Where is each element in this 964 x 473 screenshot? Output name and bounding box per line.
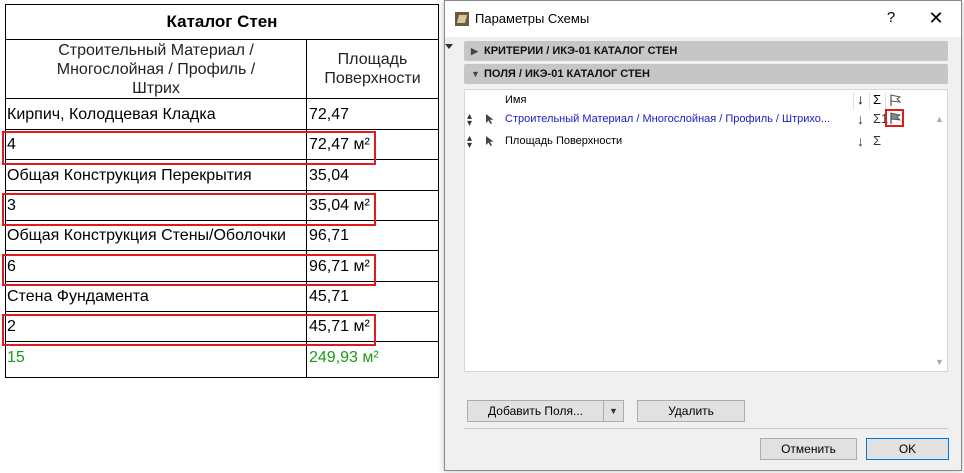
collapse-triangle-icon[interactable] bbox=[445, 44, 453, 49]
fields-section-label: ПОЛЯ / ИКЭ-01 КАТАЛОГ СТЕН bbox=[484, 68, 650, 80]
ok-button[interactable]: OK bbox=[866, 438, 949, 460]
sort-column-icon: ↓ bbox=[857, 91, 864, 107]
cancel-button[interactable]: Отменить bbox=[760, 438, 857, 460]
field-row-material[interactable]: ▴ ▾ Строительный Материал / Многослойная … bbox=[465, 109, 933, 130]
highlight-box bbox=[2, 254, 376, 286]
vertical-scrollbar[interactable]: ▲ ▼ bbox=[931, 110, 947, 371]
column-header-area: Площадь Поверхности bbox=[307, 40, 438, 99]
material-cell: Общая Конструкция Перекрытия bbox=[7, 167, 252, 184]
material-cell: Стена Фундамента bbox=[7, 288, 149, 305]
close-button[interactable]: ✕ bbox=[925, 7, 947, 29]
sum-icon[interactable]: Σ bbox=[873, 133, 881, 148]
dialog-title: Параметры Схемы bbox=[475, 11, 590, 26]
name-column-header: Имя bbox=[505, 94, 527, 106]
material-cell: Кирпич, Колодцевая Кладка bbox=[7, 106, 216, 123]
scroll-up-icon[interactable]: ▲ bbox=[935, 114, 944, 124]
help-button[interactable]: ? bbox=[881, 8, 901, 28]
total-area-cell: 249,93 м² bbox=[309, 349, 379, 366]
sort-icon[interactable]: ↓ bbox=[857, 111, 864, 127]
reorder-handle-icon[interactable]: ▴ ▾ bbox=[467, 112, 472, 129]
remove-button[interactable]: Удалить bbox=[637, 400, 745, 422]
column-separator bbox=[853, 92, 854, 110]
area-cell: 35,04 bbox=[309, 167, 350, 184]
scroll-down-icon[interactable]: ▼ bbox=[935, 357, 944, 367]
area-cell: 45,71 bbox=[309, 288, 350, 305]
column-header-material: Строительный Материал / Многослойная / П… bbox=[6, 40, 306, 99]
column-separator bbox=[869, 92, 870, 110]
dropdown-arrow-icon[interactable]: ▼ bbox=[603, 401, 623, 421]
highlight-box bbox=[2, 131, 376, 165]
table-row: Общая Конструкция Перекрытия 35,04 bbox=[6, 161, 438, 191]
schedule-title: Каталог Стен bbox=[6, 5, 438, 40]
criteria-section-label: КРИТЕРИИ / ИКЭ-01 КАТАЛОГ СТЕН bbox=[484, 45, 678, 57]
reorder-handle-icon[interactable]: ▴ ▾ bbox=[467, 134, 472, 151]
field-name-material[interactable]: Строительный Материал / Многослойная / П… bbox=[505, 113, 830, 125]
flag-highlight-box bbox=[885, 109, 904, 127]
sort-icon[interactable]: ↓ bbox=[857, 133, 864, 149]
field-row-area[interactable]: ▴ ▾ Площадь Поверхности ↓ Σ bbox=[465, 132, 933, 152]
highlight-box bbox=[2, 314, 376, 346]
add-fields-button[interactable]: Добавить Поля... ▼ bbox=[467, 400, 624, 422]
column-separator bbox=[885, 92, 886, 110]
dialog-titlebar: Параметры Схемы ? ✕ bbox=[445, 1, 961, 37]
sum-column-icon: Σ bbox=[873, 92, 882, 107]
table-row: Кирпич, Колодцевая Кладка 72,47 bbox=[6, 100, 438, 130]
area-cell: 72,47 bbox=[309, 106, 350, 123]
total-count-cell: 15 bbox=[7, 349, 25, 366]
add-fields-label: Добавить Поля... bbox=[488, 404, 583, 418]
expand-arrow-icon: ▶ bbox=[471, 46, 478, 56]
fields-list-panel: Имя ↓ Σ ▴ ▾ Строительный Материал / Много… bbox=[464, 89, 948, 372]
fields-section-header[interactable]: ▼ ПОЛЯ / ИКЭ-01 КАТАЛОГ СТЕН bbox=[464, 64, 948, 84]
collapse-arrow-icon: ▼ bbox=[471, 69, 480, 79]
total-row: 15 249,93 м² bbox=[6, 343, 438, 373]
cursor-icon bbox=[486, 114, 494, 124]
criteria-section-header[interactable]: ▶ КРИТЕРИИ / ИКЭ-01 КАТАЛОГ СТЕН bbox=[464, 41, 948, 61]
cursor-icon bbox=[486, 136, 494, 146]
footer-divider bbox=[464, 428, 948, 429]
flag-column-icon bbox=[890, 94, 902, 106]
highlight-box bbox=[2, 193, 376, 226]
table-row: Стена Фундамента 45,71 bbox=[6, 282, 438, 312]
field-name-area[interactable]: Площадь Поверхности bbox=[505, 135, 622, 147]
archicad-icon bbox=[455, 12, 469, 26]
schedule-settings-dialog: Параметры Схемы ? ✕ ▶ КРИТЕРИИ / ИКЭ-01 … bbox=[444, 0, 962, 471]
